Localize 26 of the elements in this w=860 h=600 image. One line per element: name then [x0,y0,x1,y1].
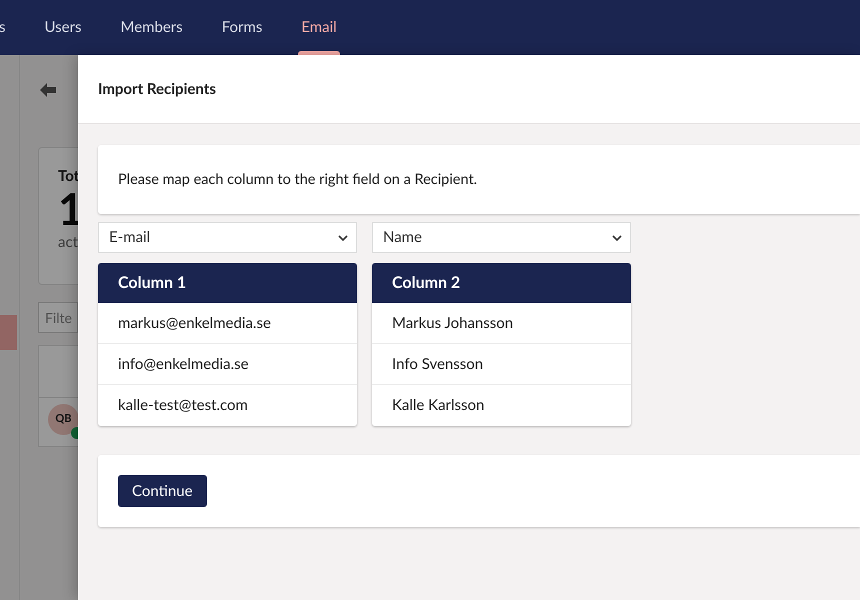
field-select[interactable]: Name [372,222,631,253]
active-marker [0,315,17,350]
filter-field[interactable]: Filte [38,302,78,333]
column-heading: Column 2 [372,263,631,303]
table-cell-text: kalle-test@test.com [117,395,249,416]
back-arrow-icon[interactable] [40,83,56,97]
nav-tab[interactable]: Users [44,0,82,55]
table-cell: info@enkelmedia.se [98,344,357,385]
field-select[interactable]: E-mail [98,222,357,253]
panel-title: Import Recipients [98,78,216,100]
continue-button[interactable]: Continue [118,475,207,507]
table-cell-text: Kalle Karlsson [391,395,486,416]
column-heading: Column 1 [98,263,357,303]
instructions-text: Please map each column to the right field on a Recipient. [118,170,478,190]
nav-tab[interactable]: Members [120,0,183,55]
chevron-down-icon [612,234,622,240]
stat-caption: act [58,232,79,252]
stat-title: Tot [58,166,80,186]
table-cell: markus@enkelmedia.se [98,303,357,344]
chevron-down-icon [338,234,348,240]
table-cell: Markus Johansson [372,303,631,344]
stat-value: 1 [58,186,85,232]
nav-tab[interactable]: Email [301,0,337,55]
avatar: QB [48,404,79,435]
table-cell: Info Svensson [372,344,631,385]
nav-tab[interactable]: Forms [222,0,262,55]
